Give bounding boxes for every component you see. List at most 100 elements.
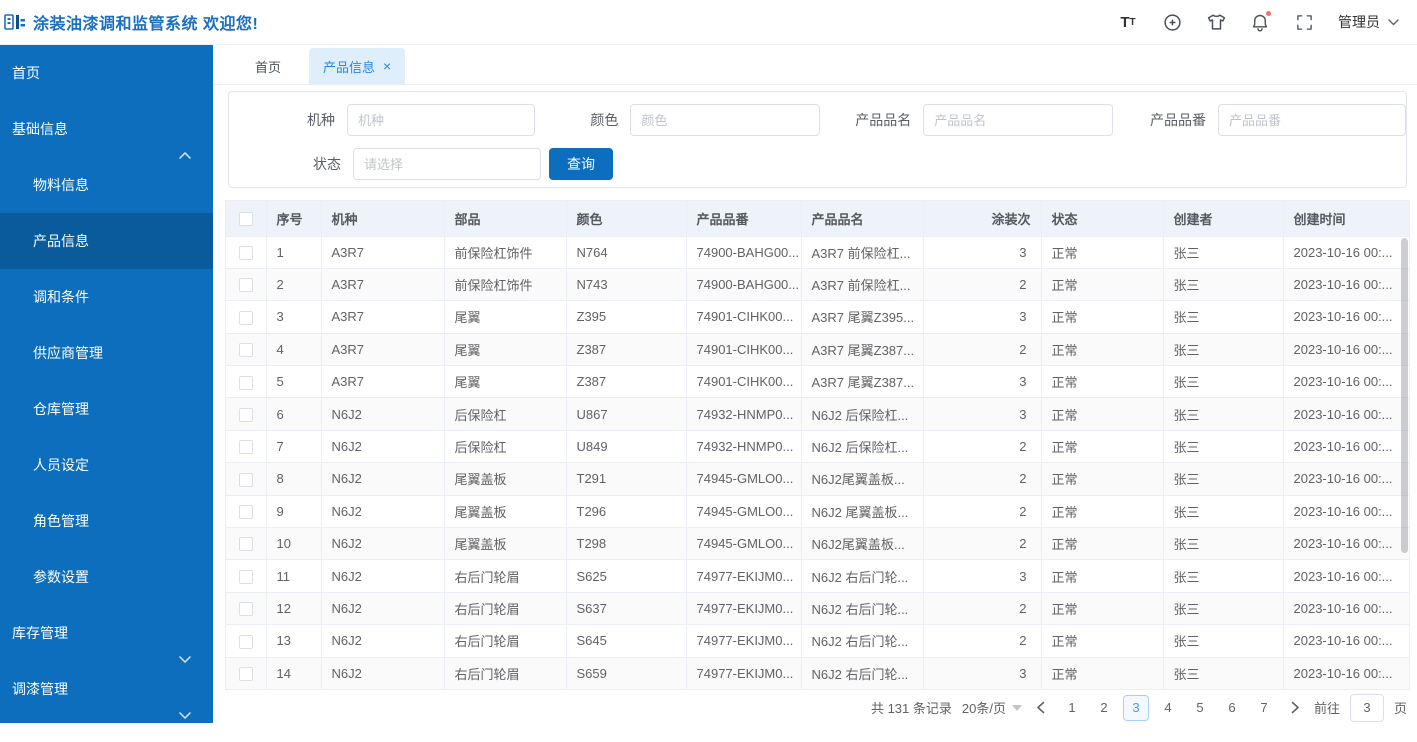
cell-col-2: 前保险杠饰件	[444, 236, 566, 268]
page-button-4[interactable]: 4	[1155, 695, 1181, 721]
sidebar-item-supplier-mgmt[interactable]: 供应商管理	[0, 325, 213, 381]
cell-col-8: 张三	[1163, 560, 1283, 592]
sidebar-item-role-mgmt[interactable]: 角色管理	[0, 493, 213, 549]
table-row: 13N6J2右后门轮眉S64574977-EKIJM0...N6J2 右后门轮.…	[226, 625, 1409, 657]
row-checkbox[interactable]	[239, 278, 253, 292]
cell-col-2: 尾翼盖板	[444, 495, 566, 527]
sidebar-item-basic-info[interactable]: 基础信息	[0, 101, 213, 157]
user-menu[interactable]: 管理员	[1338, 12, 1399, 32]
cell-col-9: 2023-10-16 00:...	[1283, 366, 1409, 398]
cell-col-6: 3	[923, 301, 1041, 333]
cell-col-7: 正常	[1041, 398, 1163, 430]
cell-col-9: 2023-10-16 00:...	[1283, 592, 1409, 624]
row-checkbox[interactable]	[239, 473, 253, 487]
tab-product-info[interactable]: 产品信息 ×	[309, 48, 405, 84]
page-button-7[interactable]: 7	[1251, 695, 1277, 721]
color-input[interactable]	[630, 104, 820, 136]
table-header-row: 序号机种部品颜色产品品番产品品名涂装次状态创建者创建时间	[226, 201, 1409, 236]
cell-col-8: 张三	[1163, 398, 1283, 430]
field-label-status: 状态	[229, 154, 341, 174]
skin-tshirt-icon[interactable]	[1206, 12, 1226, 32]
cell-col-7: 正常	[1041, 625, 1163, 657]
query-button[interactable]: 查询	[549, 148, 613, 180]
page-button-6[interactable]: 6	[1219, 695, 1245, 721]
cell-col-5: N6J2 后保险杠...	[801, 430, 923, 462]
row-checkbox[interactable]	[239, 376, 253, 390]
row-checkbox-cell	[226, 301, 266, 333]
row-checkbox[interactable]	[239, 505, 253, 519]
sidebar-item-personnel[interactable]: 人员设定	[0, 437, 213, 493]
cell-col-6: 2	[923, 333, 1041, 365]
page-button-3[interactable]: 3	[1123, 695, 1149, 721]
tab-bar: 首页 产品信息 ×	[213, 45, 1417, 85]
sidebar-item-material-info[interactable]: 物料信息	[0, 157, 213, 213]
header-actions: TT 管理员	[1118, 12, 1417, 32]
sidebar-item-blend-condition[interactable]: 调和条件	[0, 269, 213, 325]
row-checkbox[interactable]	[239, 602, 253, 616]
column-header-8: 创建者	[1163, 201, 1283, 236]
row-checkbox-cell	[226, 366, 266, 398]
table-row: 2A3R7前保险杠饰件N74374900-BAHG00...A3R7 前保险杠.…	[226, 268, 1409, 300]
row-checkbox[interactable]	[239, 635, 253, 649]
cell-col-2: 前保险杠饰件	[444, 268, 566, 300]
sidebar-item-home[interactable]: 首页	[0, 45, 213, 101]
row-checkbox[interactable]	[239, 408, 253, 422]
next-page-button[interactable]	[1287, 699, 1304, 716]
main-content: 首页 产品信息 × 机种 颜色 产品品名 产品品番 状态 查询 序号机种部品颜色…	[213, 45, 1417, 723]
cell-col-3: T298	[566, 528, 686, 560]
sidebar-item-parameter-settings[interactable]: 参数设置	[0, 549, 213, 605]
machine-type-input[interactable]	[347, 104, 535, 136]
sidebar-item-inventory-mgmt[interactable]: 库存管理	[0, 605, 213, 661]
cell-col-2: 尾翼盖板	[444, 528, 566, 560]
cell-col-6: 2	[923, 463, 1041, 495]
row-checkbox[interactable]	[239, 246, 253, 260]
row-checkbox-cell	[226, 560, 266, 592]
cell-col-7: 正常	[1041, 592, 1163, 624]
cell-col-0: 1	[266, 236, 321, 268]
product-name-input[interactable]	[923, 104, 1113, 136]
font-size-icon[interactable]: TT	[1118, 12, 1138, 32]
prev-page-button[interactable]	[1032, 699, 1049, 716]
cell-col-8: 张三	[1163, 301, 1283, 333]
cell-col-3: S637	[566, 592, 686, 624]
cell-col-7: 正常	[1041, 333, 1163, 365]
vertical-scrollbar-thumb[interactable]	[1401, 238, 1408, 553]
cell-col-7: 正常	[1041, 657, 1163, 689]
row-checkbox[interactable]	[239, 343, 253, 357]
status-select[interactable]	[353, 148, 541, 180]
sidebar-item-warehouse-mgmt[interactable]: 仓库管理	[0, 381, 213, 437]
row-checkbox[interactable]	[239, 570, 253, 584]
user-name: 管理员	[1338, 12, 1380, 32]
sidebar-item-product-info[interactable]: 产品信息	[0, 213, 213, 269]
cell-col-4: 74977-EKIJM0...	[686, 592, 801, 624]
row-checkbox[interactable]	[239, 667, 253, 681]
page-size-select[interactable]: 20条/页	[962, 698, 1022, 717]
page-button-2[interactable]: 2	[1091, 695, 1117, 721]
row-checkbox[interactable]	[239, 440, 253, 454]
row-checkbox[interactable]	[239, 311, 253, 325]
cell-col-2: 尾翼	[444, 333, 566, 365]
page-button-5[interactable]: 5	[1187, 695, 1213, 721]
notification-bell-icon[interactable]	[1250, 12, 1270, 32]
cell-col-8: 张三	[1163, 366, 1283, 398]
cell-col-6: 2	[923, 430, 1041, 462]
page-button-1[interactable]: 1	[1059, 695, 1085, 721]
cell-col-0: 10	[266, 528, 321, 560]
cell-col-2: 尾翼	[444, 366, 566, 398]
close-tab-icon[interactable]: ×	[383, 59, 391, 73]
cell-col-5: N6J2 右后门轮...	[801, 560, 923, 592]
sidebar-item-paint-mgmt[interactable]: 调漆管理	[0, 661, 213, 717]
row-checkbox[interactable]	[239, 537, 253, 551]
cell-col-0: 11	[266, 560, 321, 592]
fullscreen-icon[interactable]	[1294, 12, 1314, 32]
product-number-input[interactable]	[1218, 104, 1406, 136]
search-row-1: 机种 颜色 产品品名 产品品番	[229, 104, 1406, 136]
cell-col-3: U867	[566, 398, 686, 430]
tab-home[interactable]: 首页	[241, 48, 295, 84]
cell-col-3: N764	[566, 236, 686, 268]
cell-col-4: 74900-BAHG00...	[686, 268, 801, 300]
select-all-checkbox[interactable]	[239, 212, 253, 226]
goto-page-input[interactable]	[1350, 694, 1384, 722]
cell-col-0: 2	[266, 268, 321, 300]
theme-circle-icon[interactable]	[1162, 12, 1182, 32]
